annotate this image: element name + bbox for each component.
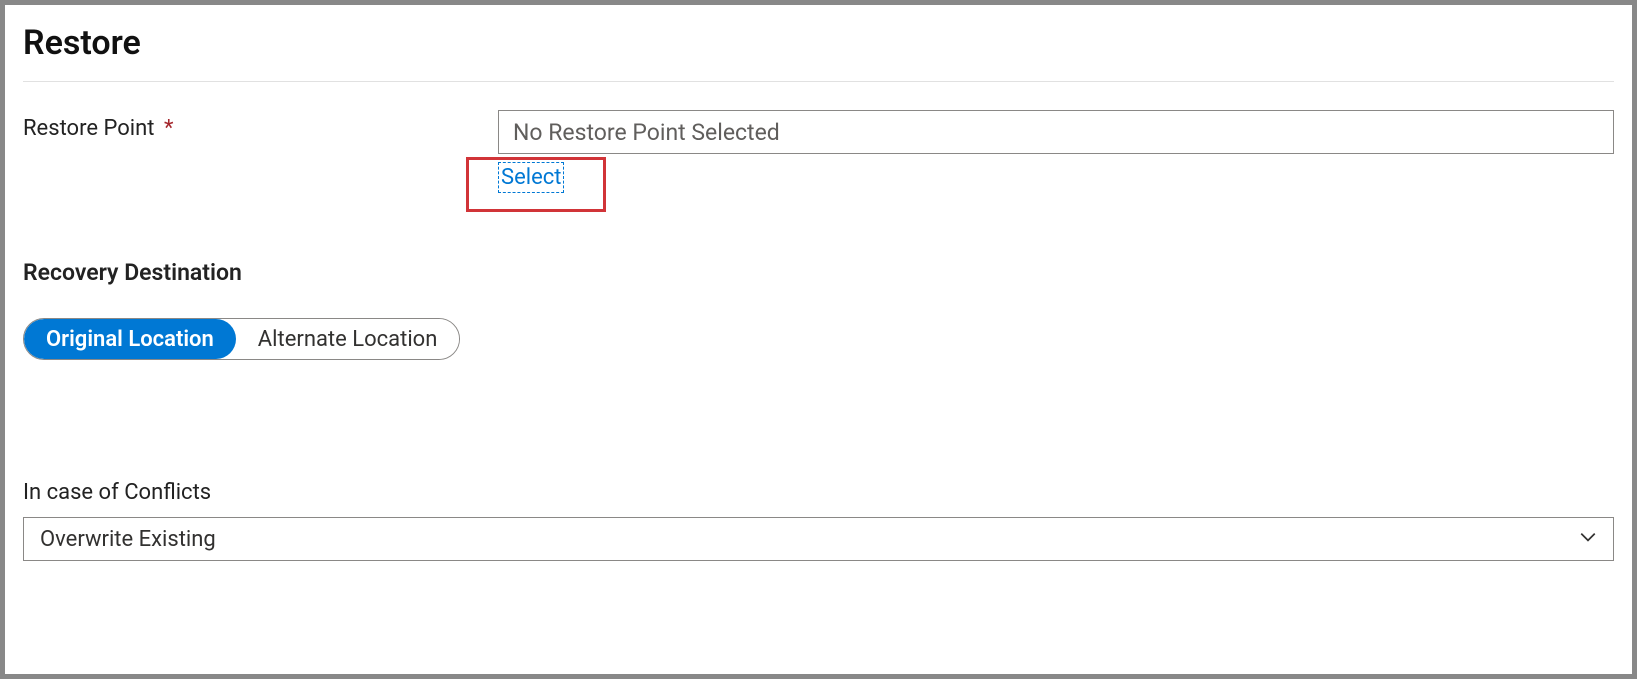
restore-point-input[interactable] bbox=[498, 110, 1614, 154]
chevron-down-icon bbox=[1579, 527, 1597, 552]
restore-panel: Restore Restore Point * Select Recovery … bbox=[5, 5, 1632, 674]
restore-point-field-col: Select bbox=[498, 110, 1614, 215]
restore-point-label-col: Restore Point * bbox=[23, 110, 498, 141]
conflicts-label: In case of Conflicts bbox=[23, 480, 1614, 505]
select-link-wrap: Select bbox=[498, 160, 638, 215]
required-indicator: * bbox=[164, 116, 173, 141]
conflicts-selected-value: Overwrite Existing bbox=[40, 527, 1579, 552]
select-restore-point-link[interactable]: Select bbox=[498, 162, 564, 193]
restore-point-label: Restore Point bbox=[23, 116, 154, 141]
restore-point-row: Restore Point * Select bbox=[23, 110, 1614, 215]
recovery-destination-heading: Recovery Destination bbox=[23, 259, 1614, 286]
recovery-destination-toggle: Original Location Alternate Location bbox=[23, 318, 460, 360]
original-location-option[interactable]: Original Location bbox=[24, 319, 236, 359]
conflicts-dropdown[interactable]: Overwrite Existing bbox=[23, 517, 1614, 561]
page-title: Restore bbox=[23, 5, 1614, 82]
alternate-location-option[interactable]: Alternate Location bbox=[236, 319, 460, 359]
